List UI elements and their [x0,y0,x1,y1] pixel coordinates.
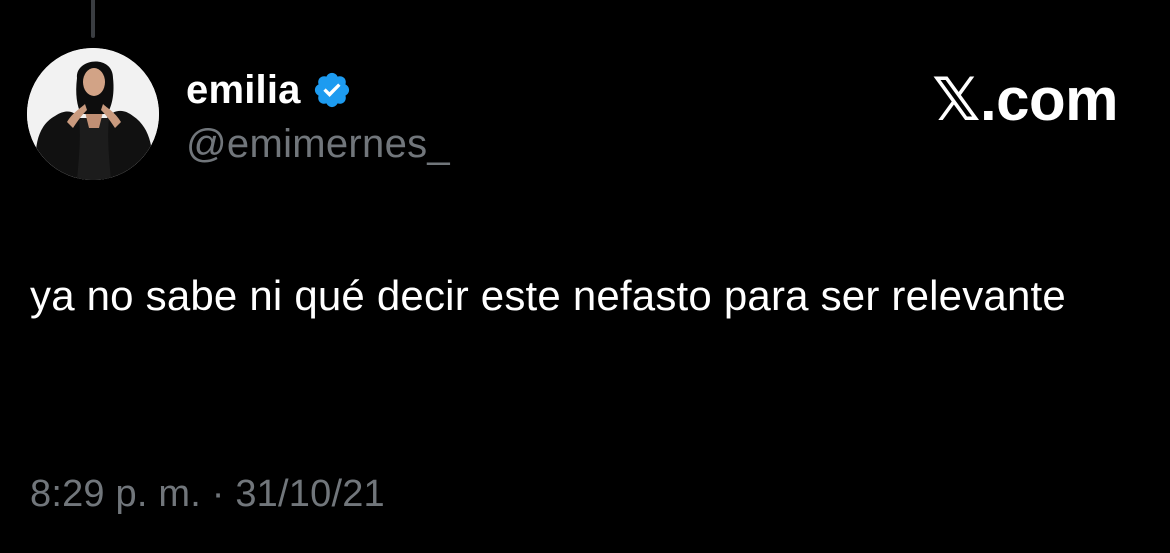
author-name-row: emilia [186,66,450,114]
avatar[interactable] [27,48,159,180]
x-com-logo: 𝕏.com [932,66,1118,133]
verified-badge-icon [312,70,352,110]
tweet-author[interactable]: emilia @emimernes_ [186,66,450,167]
profile-photo [27,48,159,180]
author-handle[interactable]: @emimernes_ [186,122,450,167]
author-display-name[interactable]: emilia [186,68,301,113]
tweet-timestamp[interactable]: 8:29 p. m. · 31/10/21 [30,473,385,516]
thread-connector-line [91,0,95,38]
tweet-text: ya no sabe ni qué decir este nefasto par… [30,272,1066,319]
